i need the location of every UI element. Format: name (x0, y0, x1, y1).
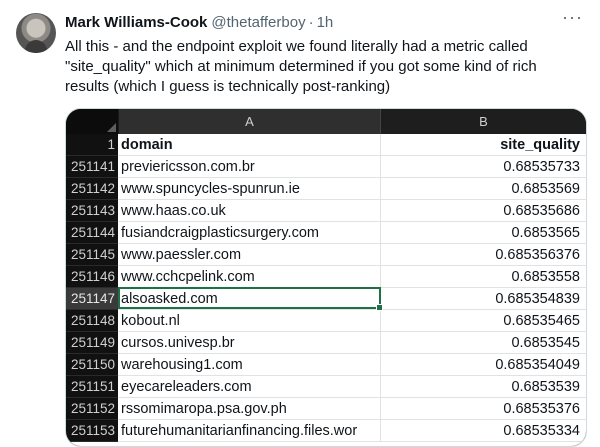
table-row: 251143 www.haas.co.uk 0.68535686 (66, 200, 586, 222)
cell-domain[interactable]: cursos.univesp.br (118, 332, 381, 354)
cell-domain[interactable]: www.haas.co.uk (118, 200, 381, 222)
avatar[interactable] (16, 13, 56, 53)
cell-domain[interactable]: www.cchcpelink.com (118, 266, 381, 288)
table-row: 251153 futurehumanitarianfinancing.files.… (66, 420, 586, 442)
table-row: 251145 www.paessler.com 0.685356376 (66, 244, 586, 266)
column-header-b[interactable]: B (381, 109, 586, 134)
row-number[interactable]: 1 (66, 134, 118, 156)
cell-site-quality[interactable]: 0.6853545 (381, 332, 586, 354)
cell-domain[interactable]: fusiandcraigplasticsurgery.com (118, 222, 381, 244)
cell-site-quality[interactable]: 0.68535376 (381, 398, 586, 420)
cell-site-quality[interactable]: 0.685354049 (381, 354, 586, 376)
row-number[interactable]: 251149 (66, 332, 118, 354)
tweet-media-image[interactable]: A B 1 domain site_quality 251141 previeri… (65, 108, 587, 447)
separator-dot: · (308, 14, 314, 31)
table-row: 251146 www.cchcpelink.com 0.6853558 (66, 266, 586, 288)
column-header-bar: A B (66, 109, 586, 134)
selected-cell-outline (118, 287, 383, 311)
table-row: 251150 warehousing1.com 0.685354049 (66, 354, 586, 376)
cell-site-quality[interactable]: 0.685354839 (381, 288, 586, 310)
row-number[interactable]: 251152 (66, 398, 118, 420)
author-name[interactable]: Mark Williams-Cook (65, 14, 207, 31)
table-row: 251144 fusiandcraigplasticsurgery.com 0.68… (66, 222, 586, 244)
cell-site-quality[interactable]: 0.68535733 (381, 156, 586, 178)
cell-site-quality[interactable]: 0.68535334 (381, 420, 586, 442)
spreadsheet: A B 1 domain site_quality 251141 previeri… (66, 109, 586, 446)
table-row: 251148 kobout.nl 0.68535465 (66, 310, 586, 332)
row-number[interactable]: 251146 (66, 266, 118, 288)
cell-site-quality[interactable]: 0.6853569 (381, 178, 586, 200)
row-number[interactable]: 251143 (66, 200, 118, 222)
cell-domain[interactable]: kobout.nl (118, 310, 381, 332)
cell-domain[interactable]: rssomimaropa.psa.gov.ph (118, 398, 381, 420)
cell-domain[interactable]: www.spuncycles-spunrun.ie (118, 178, 381, 200)
cell-site-quality[interactable]: 0.68535686 (381, 200, 586, 222)
timestamp[interactable]: 1h (317, 14, 334, 31)
cell-site-quality[interactable]: 0.6853539 (381, 376, 586, 398)
row-number[interactable]: 251151 (66, 376, 118, 398)
row-number[interactable]: 251142 (66, 178, 118, 200)
row-number[interactable]: 251144 (66, 222, 118, 244)
author-handle[interactable]: @thetafferboy (211, 14, 305, 31)
cell-site-quality[interactable]: 0.68535465 (381, 310, 586, 332)
row-number[interactable]: 251141 (66, 156, 118, 178)
row-number[interactable]: 251147 (66, 288, 118, 310)
table-row: 251151 eyecareleaders.com 0.6853539 (66, 376, 586, 398)
cell-domain[interactable]: previericsson.com.br (118, 156, 381, 178)
table-row: 251152 rssomimaropa.psa.gov.ph 0.68535376 (66, 398, 586, 420)
cell-site-quality[interactable]: 0.685356376 (381, 244, 586, 266)
row-number[interactable]: 251148 (66, 310, 118, 332)
header-cell-site-quality[interactable]: site_quality (381, 134, 586, 156)
table-row: 251149 cursos.univesp.br 0.6853545 (66, 332, 586, 354)
more-horizontal-icon[interactable]: ··· (562, 8, 582, 30)
table-header-row: 1 domain site_quality (66, 134, 586, 156)
row-number[interactable]: 251153 (66, 420, 118, 442)
header-cell-domain[interactable]: domain (118, 134, 381, 156)
tweet-text: All this - and the endpoint exploit we f… (65, 38, 537, 95)
cell-site-quality[interactable]: 0.6853565 (381, 222, 586, 244)
cell-site-quality[interactable]: 0.6853558 (381, 266, 586, 288)
table-row: 251141 previericsson.com.br 0.68535733 (66, 156, 586, 178)
cell-domain[interactable]: eyecareleaders.com (118, 376, 381, 398)
tweet-header: Mark Williams-Cook @thetafferboy · 1h (65, 14, 333, 31)
column-header-a[interactable]: A (118, 109, 381, 134)
cell-domain[interactable]: www.paessler.com (118, 244, 381, 266)
row-number[interactable]: 251145 (66, 244, 118, 266)
cell-domain[interactable]: futurehumanitarianfinancing.files.wor (118, 420, 381, 442)
select-all-corner[interactable] (66, 109, 118, 134)
table-row: 251142 www.spuncycles-spunrun.ie 0.6853569 (66, 178, 586, 200)
cell-domain[interactable]: warehousing1.com (118, 354, 381, 376)
row-number[interactable]: 251150 (66, 354, 118, 376)
